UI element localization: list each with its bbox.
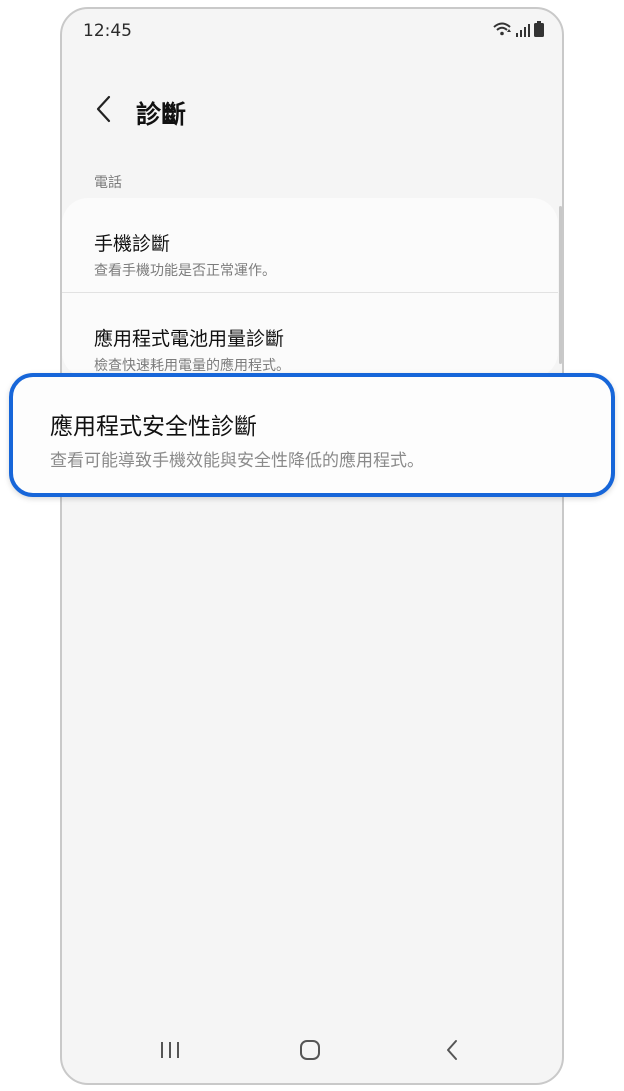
highlighted-item-title: 應用程式安全性診斷 [50, 414, 257, 440]
nav-back-button[interactable] [432, 1033, 472, 1067]
phone-frame: 12:45 診斷 電話 手機診斷 查看手機功能是否正常運作。 應用程式電池用量診… [60, 7, 564, 1085]
highlighted-list-item-app-security[interactable]: 應用程式安全性診斷 查看可能導致手機效能與安全性降低的應用程式。 [9, 373, 615, 497]
list-item-title: 應用程式電池用量診斷 [94, 328, 285, 350]
list-item-phone-diagnostics[interactable]: 手機診斷 查看手機功能是否正常運作。 [62, 198, 558, 292]
app-header: 診斷 [62, 81, 562, 141]
navigation-bar [62, 1021, 562, 1083]
scrollbar[interactable] [559, 206, 562, 364]
back-button[interactable] [88, 91, 118, 127]
chevron-left-icon [96, 95, 111, 123]
section-header: 電話 [94, 175, 122, 191]
back-icon [447, 1040, 457, 1060]
wifi-icon [492, 21, 512, 41]
settings-card: 手機診斷 查看手機功能是否正常運作。 應用程式電池用量診斷 檢查快速耗用電量的應… [62, 198, 558, 378]
list-item-subtitle: 查看手機功能是否正常運作。 [94, 263, 276, 279]
list-item-title: 手機診斷 [94, 233, 171, 255]
highlighted-item-subtitle: 查看可能導致手機效能與安全性降低的應用程式。 [50, 451, 424, 471]
list-item-battery-diagnostics[interactable]: 應用程式電池用量診斷 檢查快速耗用電量的應用程式。 [62, 293, 558, 378]
status-bar: 12:45 [62, 9, 562, 53]
home-button[interactable] [290, 1033, 330, 1067]
status-time: 12:45 [83, 21, 132, 41]
recent-apps-button[interactable] [150, 1033, 190, 1067]
home-icon [300, 1040, 320, 1060]
recent-apps-icon [161, 1042, 179, 1058]
signal-icon [516, 22, 530, 41]
list-item-subtitle: 檢查快速耗用電量的應用程式。 [94, 358, 290, 374]
page-title: 診斷 [136, 100, 187, 129]
battery-icon [534, 21, 544, 41]
status-icons [492, 21, 544, 41]
